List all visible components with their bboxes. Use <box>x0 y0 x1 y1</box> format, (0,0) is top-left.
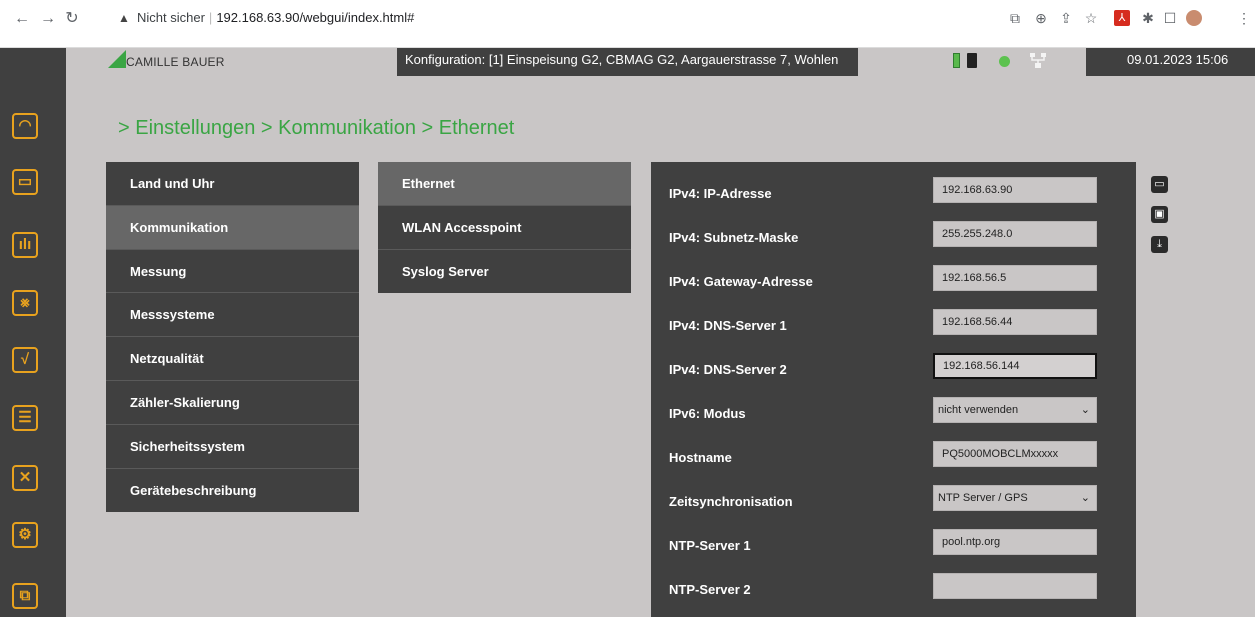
ipv6-mode-value: nicht verwenden <box>938 404 1019 416</box>
gateway-label: IPv4: Gateway-Adresse <box>669 274 813 289</box>
sd-card-icon <box>967 53 977 68</box>
communication-submenu: Ethernet WLAN Accesspoint Syslog Server <box>378 162 631 294</box>
ntp-server-2-label: NTP-Server 2 <box>669 582 751 597</box>
menu-item-zaehler-skalierung[interactable]: Zähler-Skalierung <box>106 381 359 425</box>
configuration-title: Konfiguration: [1] Einspeisung G2, CBMAG… <box>405 52 839 67</box>
ipv6-mode-select[interactable]: nicht verwenden ⌄ <box>933 397 1097 423</box>
form-row: IPv4: Gateway-Adresse <box>651 260 1136 304</box>
forward-arrow-icon[interactable]: → <box>38 9 58 29</box>
network-icon <box>1030 53 1046 68</box>
ip-address-input[interactable] <box>933 177 1097 203</box>
form-row: IPv4: IP-Adresse <box>651 172 1136 216</box>
side-panel-icon[interactable]: ☐ <box>1162 10 1178 26</box>
address-bar[interactable]: Nicht sicher | 192.168.63.90/webgui/index.… <box>137 10 414 26</box>
translate-icon[interactable]: ⧉ <box>1007 10 1023 26</box>
dashboard-gauge-icon[interactable]: ◠ <box>12 113 38 139</box>
bookmark-star-icon[interactable]: ☆ <box>1083 10 1099 26</box>
menu-item-messung[interactable]: Messung <box>106 250 359 294</box>
form-row: IPv4: DNS-Server 1 <box>651 304 1136 348</box>
back-arrow-icon[interactable]: ← <box>12 9 32 29</box>
save-icon[interactable]: ▣ <box>1151 206 1168 223</box>
tools-icon[interactable]: ✕ <box>12 465 38 491</box>
extensions-puzzle-icon[interactable]: ✱ <box>1140 10 1156 26</box>
logo-mark-icon <box>108 50 126 68</box>
security-label: Nicht sicher <box>137 10 205 25</box>
time-sync-select[interactable]: NTP Server / GPS ⌄ <box>933 485 1097 511</box>
menu-item-messsysteme[interactable]: Messsysteme <box>106 293 359 338</box>
form-row: NTP-Server 1 <box>651 524 1136 568</box>
date-time: 09.01.2023 15:06 <box>1127 52 1229 67</box>
menu-item-land-und-uhr[interactable]: Land und Uhr <box>106 162 359 206</box>
form-row: Zeitsynchronisation NTP Server / GPS ⌄ <box>651 480 1136 524</box>
menu-item-netzqualitaet[interactable]: Netzqualität <box>106 337 359 381</box>
ip-address-label: IPv4: IP-Adresse <box>669 186 772 201</box>
gateway-input[interactable] <box>933 265 1097 291</box>
dns-server-2-label: IPv4: DNS-Server 2 <box>669 362 787 377</box>
download-icon[interactable]: ⤓ <box>1151 236 1168 253</box>
hostname-label: Hostname <box>669 450 732 465</box>
breadcrumb: > Einstellungen > Kommunikation > Ethern… <box>118 117 515 139</box>
submenu-item-syslog-server[interactable]: Syslog Server <box>378 250 631 294</box>
subnet-mask-input[interactable] <box>933 221 1097 247</box>
browser-toolbar: ← → ↻ ▲ Nicht sicher | 192.168.63.90/webgu… <box>0 0 1255 48</box>
pdf-extension-icon[interactable]: ⅄ <box>1114 10 1130 26</box>
zoom-icon[interactable]: ⊕ <box>1033 10 1049 26</box>
signal-icon[interactable]: √ <box>12 347 38 373</box>
ntp-server-2-input[interactable] <box>933 573 1097 599</box>
bar-chart-icon[interactable]: ılı <box>12 232 38 258</box>
profile-avatar-icon[interactable] <box>1186 10 1202 26</box>
status-dot-icon <box>999 56 1010 67</box>
form-row: IPv6: Modus nicht verwenden ⌄ <box>651 392 1136 436</box>
dns-server-1-input[interactable] <box>933 309 1097 335</box>
chevron-down-icon: ⌄ <box>1080 404 1090 416</box>
logo-text: CAMILLE BAUER <box>126 55 225 69</box>
menu-item-kommunikation[interactable]: Kommunikation <box>106 205 359 250</box>
document-list-icon[interactable]: ☰ <box>12 405 38 431</box>
subnet-mask-label: IPv4: Subnetz-Maske <box>669 230 799 245</box>
dns-server-2-input[interactable] <box>933 353 1097 379</box>
reload-icon[interactable]: ↻ <box>62 9 82 29</box>
battery-icon <box>953 53 960 68</box>
submenu-item-ethernet[interactable]: Ethernet <box>378 162 631 206</box>
form-row: IPv4: DNS-Server 2 <box>651 348 1136 392</box>
time-sync-value: NTP Server / GPS <box>938 492 1028 504</box>
submenu-item-wlan-accesspoint[interactable]: WLAN Accesspoint <box>378 206 631 250</box>
warning-icon[interactable]: ▲ <box>118 11 130 25</box>
url-text: 192.168.63.90/webgui/index.html# <box>216 10 415 25</box>
ntp-server-1-input[interactable] <box>933 529 1097 555</box>
form-row: Hostname <box>651 436 1136 480</box>
ethernet-settings-panel: IPv4: IP-Adresse IPv4: Subnetz-Maske IPv… <box>651 162 1136 617</box>
ntp-server-1-label: NTP-Server 1 <box>669 538 751 553</box>
ipv6-mode-label: IPv6: Modus <box>669 406 746 421</box>
meter-icon[interactable]: ▭ <box>12 169 38 195</box>
menu-item-sicherheitssystem[interactable]: Sicherheitssystem <box>106 425 359 469</box>
dns-server-1-label: IPv4: DNS-Server 1 <box>669 318 787 333</box>
form-row: NTP-Server 2 <box>651 568 1136 612</box>
share-icon[interactable]: ⇪ <box>1058 10 1074 26</box>
waveform-icon[interactable]: ⨳ <box>12 290 38 316</box>
settings-gear-icon[interactable]: ⚙ <box>12 522 38 548</box>
hostname-input[interactable] <box>933 441 1097 467</box>
menu-kebab-icon[interactable]: ⋮ <box>1236 10 1252 26</box>
copy-pages-icon[interactable]: ⧉ <box>12 583 38 609</box>
chevron-down-icon: ⌄ <box>1080 492 1090 504</box>
time-sync-label: Zeitsynchronisation <box>669 494 793 509</box>
settings-menu: Land und Uhr Kommunikation Messung Messs… <box>106 162 359 513</box>
open-folder-icon[interactable]: ▭ <box>1151 176 1168 193</box>
menu-item-geraetebeschreibung[interactable]: Gerätebeschreibung <box>106 469 359 513</box>
form-row: IPv4: Subnetz-Maske <box>651 216 1136 260</box>
